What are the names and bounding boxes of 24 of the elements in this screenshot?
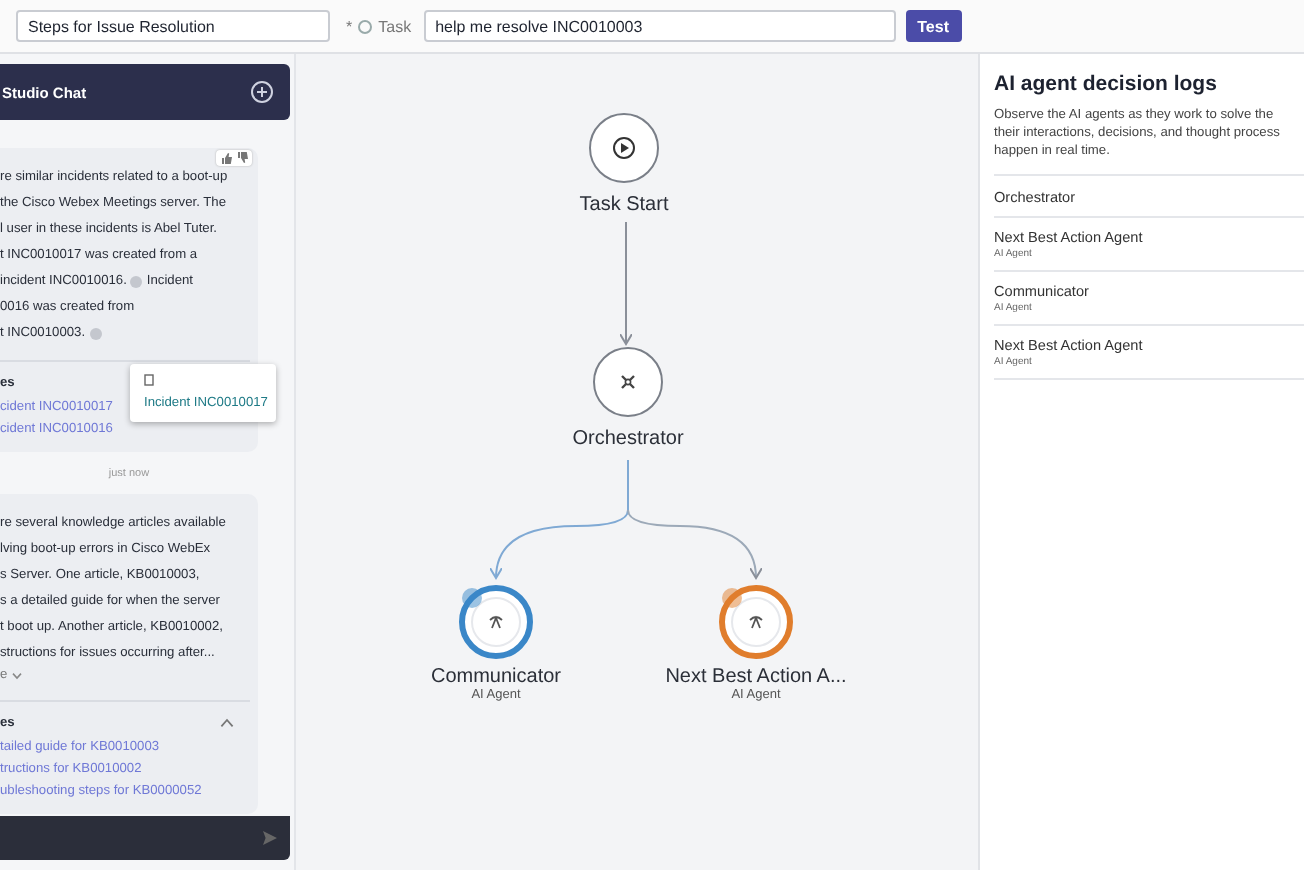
- chevron-down-icon: [11, 672, 22, 680]
- chevron-up-icon: [220, 718, 234, 728]
- required-mark: *: [346, 17, 353, 35]
- agent-node[interactable]: [716, 582, 796, 662]
- task-start-node[interactable]: [584, 108, 664, 188]
- field-label: Task: [378, 17, 412, 35]
- radio-icon[interactable]: [358, 19, 373, 33]
- agent-node[interactable]: [456, 582, 536, 662]
- test-button[interactable]: Test: [905, 10, 962, 42]
- send-icon: [262, 830, 278, 846]
- node-label: Task Start: [579, 194, 669, 216]
- name-field[interactable]: Steps for Issue Resolution: [16, 10, 330, 42]
- panel-title: AI agent decision logs: [994, 72, 1219, 96]
- task-field[interactable]: help me resolve INC0010003: [423, 10, 896, 42]
- document-icon: [144, 374, 154, 386]
- connector-arrow: [619, 221, 633, 345]
- node-label: Next Best Action A...: [665, 666, 847, 688]
- new-chat-icon: [250, 80, 274, 104]
- thumbs-down-icon: [236, 152, 248, 164]
- thumbs-up-icon: [220, 152, 232, 164]
- node-label: Communicator: [430, 666, 562, 688]
- orchestrator-node[interactable]: [588, 342, 668, 422]
- node-label: Orchestrator: [572, 428, 684, 450]
- chat-input[interactable]: [0, 816, 290, 860]
